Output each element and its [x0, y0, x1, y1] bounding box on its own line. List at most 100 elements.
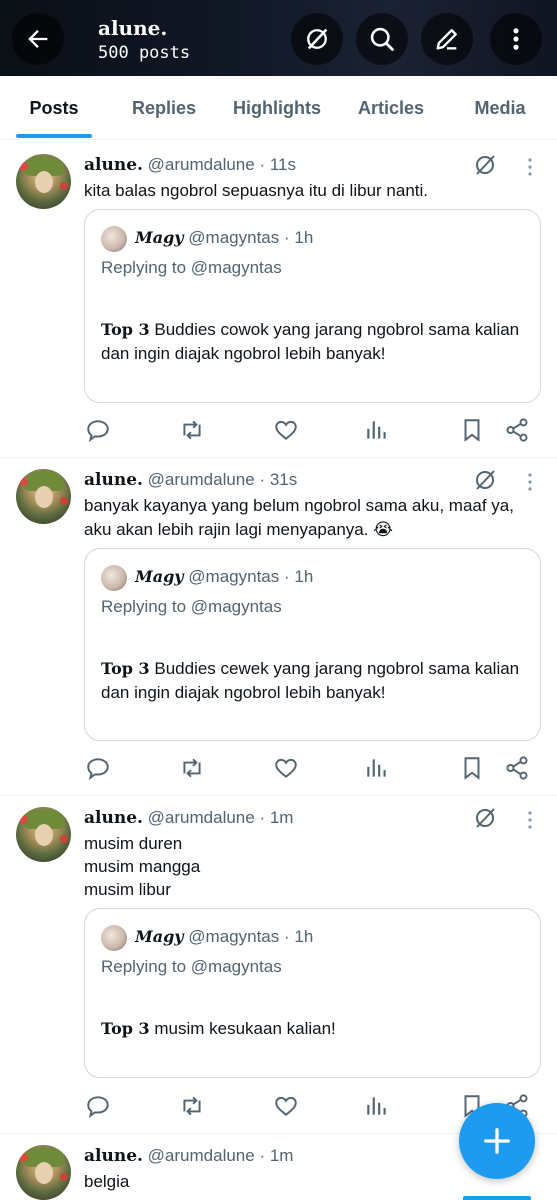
post-text: musim duren musim mangga musim libur — [84, 834, 201, 899]
author-name[interactable]: alune. — [84, 808, 143, 828]
post-meta: alune. @arumdalune · 31s — [84, 470, 297, 490]
author-handle[interactable]: @arumdalune — [148, 470, 255, 489]
tab-replies[interactable]: Replies — [118, 76, 210, 140]
quote-text-bold: Top 3 — [101, 1019, 150, 1038]
author-name[interactable]: alune. — [84, 155, 143, 175]
replying-to: Replying to @magyntas — [101, 597, 282, 616]
views-icon[interactable] — [364, 1093, 390, 1119]
quote-avatar — [101, 925, 127, 951]
quoted-post[interactable]: Magy @magyntas · 1h Replying to @magynta… — [84, 548, 541, 741]
more-icon[interactable] — [525, 157, 535, 177]
quote-text: Top 3 Buddies cewek yang jarang ngobrol … — [101, 657, 531, 705]
author-name[interactable]: alune. — [84, 1146, 143, 1166]
quote-text-body: musim kesukaan kalian! — [149, 1019, 336, 1038]
like-icon[interactable] — [273, 1093, 299, 1119]
author-handle[interactable]: @arumdalune — [148, 808, 255, 827]
profile-header: alune. 500 posts — [0, 0, 557, 76]
more-button[interactable] — [490, 13, 542, 65]
post-time: · 1m — [259, 1146, 294, 1165]
grok-button[interactable] — [291, 13, 343, 65]
author-handle[interactable]: @arumdalune — [148, 155, 255, 174]
author-handle[interactable]: @arumdalune — [148, 1146, 255, 1165]
search-button[interactable] — [356, 13, 408, 65]
views-icon[interactable] — [364, 417, 390, 443]
avatar[interactable] — [16, 1145, 71, 1200]
reply-icon[interactable] — [85, 1093, 111, 1119]
quoted-post[interactable]: Magy @magyntas · 1h Replying to @magynta… — [84, 908, 541, 1078]
quote-time: · 1h — [284, 228, 314, 247]
grok-icon[interactable] — [473, 806, 497, 830]
search-icon — [370, 27, 394, 51]
repost-icon[interactable] — [179, 417, 205, 443]
compose-icon — [436, 29, 457, 50]
back-arrow-icon — [28, 30, 48, 48]
avatar[interactable] — [16, 807, 71, 862]
quote-text-body: Buddies cowok yang jarang ngobrol sama k… — [101, 320, 520, 363]
more-icon[interactable] — [525, 810, 535, 830]
quoted-post[interactable]: Magy @magyntas · 1h Replying to @magynta… — [84, 209, 541, 403]
quote-author-name: Magy — [135, 567, 184, 586]
share-icon[interactable] — [504, 755, 530, 781]
tab-media[interactable]: Media — [460, 76, 540, 140]
post-actions — [0, 417, 557, 447]
bookmark-icon[interactable] — [459, 755, 485, 781]
post-text: banyak kayanya yang belum ngobrol sama a… — [84, 496, 514, 539]
replying-to: Replying to @magyntas — [101, 957, 282, 976]
quote-meta: Magy @magyntas · 1h — [135, 927, 313, 947]
quote-time: · 1h — [284, 927, 314, 946]
grok-icon[interactable] — [473, 468, 497, 492]
quote-time: · 1h — [284, 567, 314, 586]
quote-avatar — [101, 565, 127, 591]
repost-icon[interactable] — [179, 755, 205, 781]
quote-author-handle: @magyntas — [188, 927, 280, 946]
repost-icon[interactable] — [179, 1093, 205, 1119]
quote-meta: Magy @magyntas · 1h — [135, 228, 313, 248]
quote-author-handle: @magyntas — [188, 228, 280, 247]
share-icon[interactable] — [504, 417, 530, 443]
quote-text: Top 3 musim kesukaan kalian! — [101, 1017, 531, 1041]
like-icon[interactable] — [273, 417, 299, 443]
more-icon[interactable] — [525, 472, 535, 492]
quote-text-bold: Top 3 — [101, 659, 150, 678]
tab-highlights[interactable]: Highlights — [222, 76, 332, 140]
reply-icon[interactable] — [85, 755, 111, 781]
compose-fab[interactable] — [459, 1103, 535, 1179]
more-vertical-icon — [513, 28, 519, 50]
fab-shadow-strip — [463, 1196, 531, 1200]
quote-text-bold: Top 3 — [101, 320, 150, 339]
post[interactable]: alune. @arumdalune · 31s banyak kayanya … — [0, 458, 557, 796]
grok-icon[interactable] — [473, 153, 497, 177]
bookmark-icon[interactable] — [459, 417, 485, 443]
post-count: 500 posts — [98, 43, 191, 63]
quote-author-name: Magy — [135, 228, 184, 247]
post-actions — [0, 755, 557, 785]
tab-posts[interactable]: Posts — [14, 76, 94, 140]
replying-to: Replying to @magyntas — [101, 258, 282, 277]
post-text: kita balas ngobrol sepuasnya itu di libu… — [84, 181, 428, 200]
quote-author-name: Magy — [135, 927, 184, 946]
quote-meta: Magy @magyntas · 1h — [135, 567, 313, 587]
back-button[interactable] — [12, 13, 64, 65]
active-tab-indicator — [16, 134, 92, 138]
post-time: · 1m — [259, 808, 294, 827]
avatar[interactable] — [16, 469, 71, 524]
post-meta: alune. @arumdalune · 1m — [84, 1146, 293, 1166]
views-icon[interactable] — [364, 755, 390, 781]
post[interactable]: alune. @arumdalune · 11s kita balas ngob… — [0, 141, 557, 458]
like-icon[interactable] — [273, 755, 299, 781]
reply-icon[interactable] — [85, 417, 111, 443]
grok-icon — [307, 28, 328, 50]
avatar[interactable] — [16, 154, 71, 209]
post-text: belgia — [84, 1172, 130, 1191]
post-meta: alune. @arumdalune · 1m — [84, 808, 293, 828]
quote-author-handle: @magyntas — [188, 567, 280, 586]
quote-text: Top 3 Buddies cowok yang jarang ngobrol … — [101, 318, 531, 366]
tab-articles[interactable]: Articles — [346, 76, 436, 140]
profile-tabs: Posts Replies Highlights Articles Media — [0, 76, 557, 140]
post-time: · 11s — [259, 155, 296, 174]
plus-icon — [484, 1128, 510, 1154]
post[interactable]: alune. @arumdalune · 1m musim duren musi… — [0, 796, 557, 1134]
post-meta: alune. @arumdalune · 11s — [84, 155, 296, 175]
author-name[interactable]: alune. — [84, 470, 143, 490]
compose-button[interactable] — [421, 13, 473, 65]
